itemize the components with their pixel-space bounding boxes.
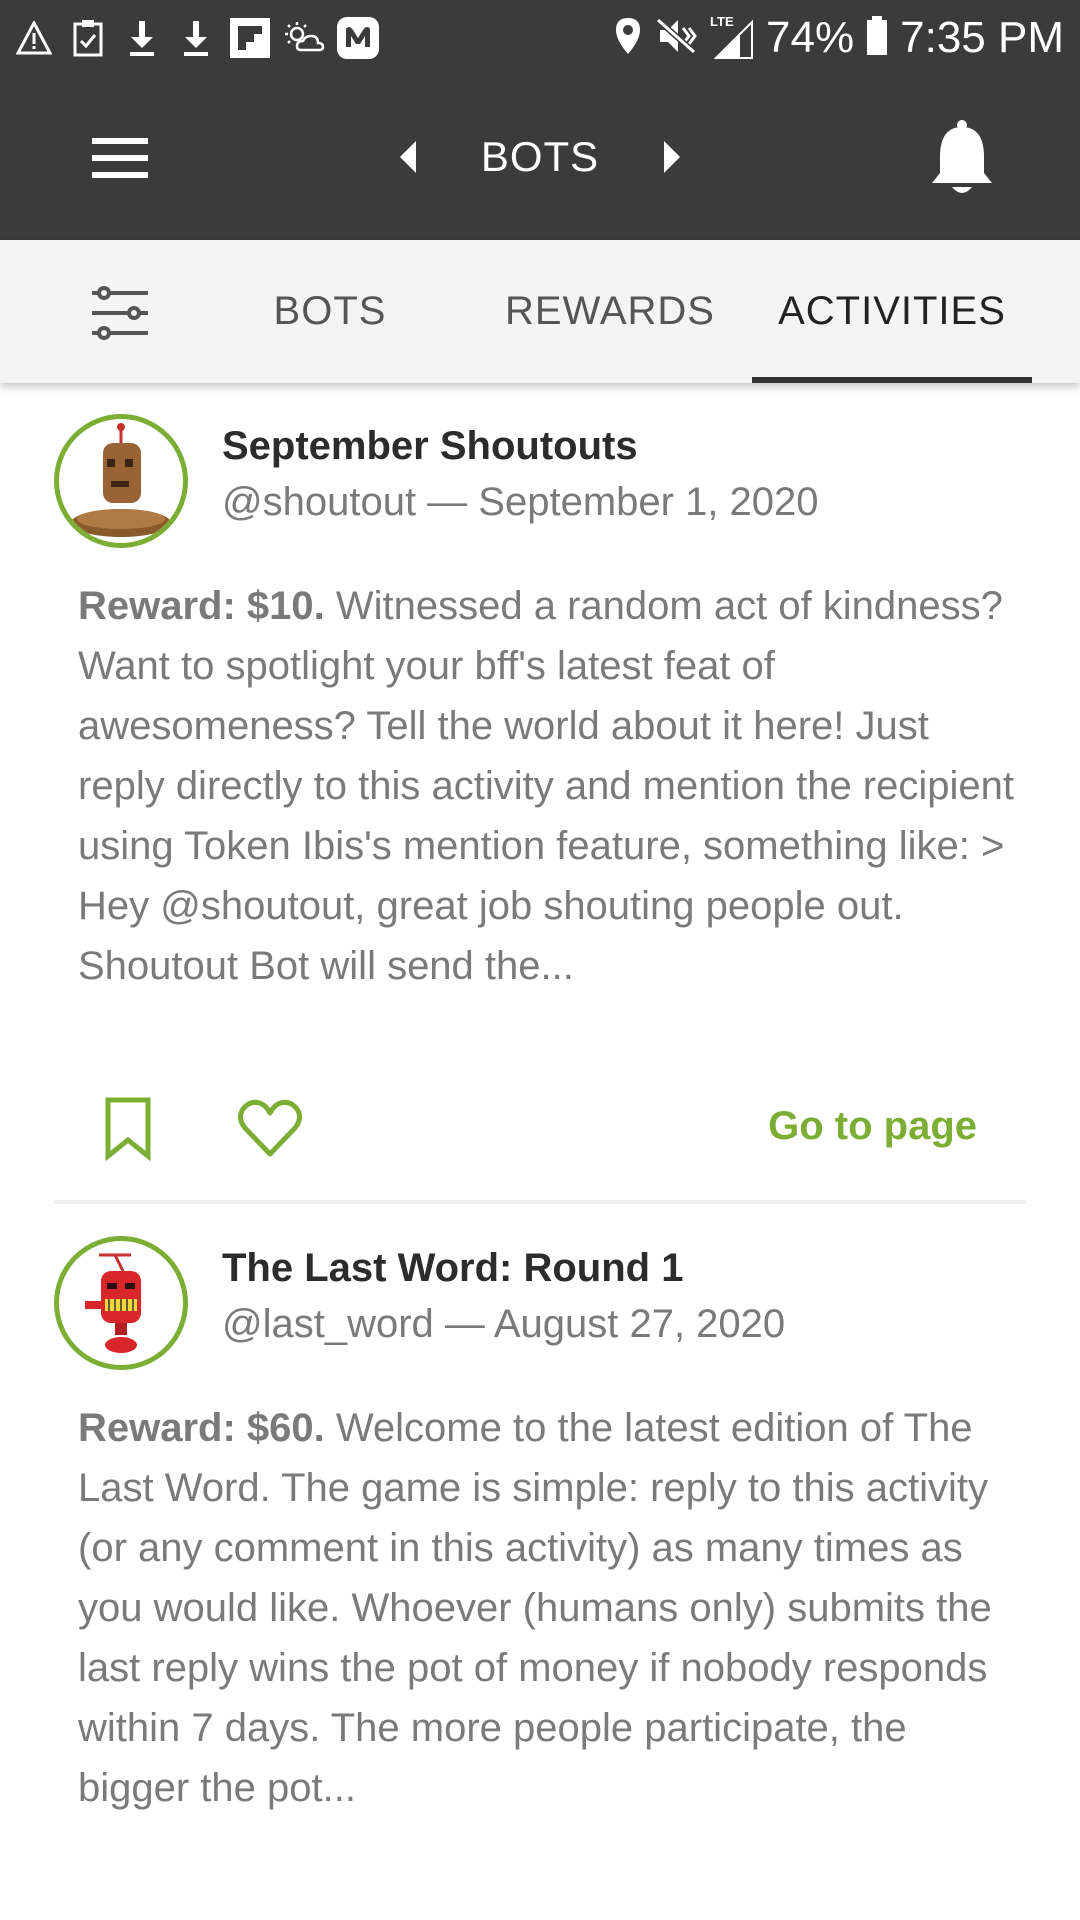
red-robot-avatar[interactable] [54,1236,188,1370]
tab-rewards[interactable]: REWARDS [495,240,725,383]
hamburger-menu-icon[interactable] [82,123,158,193]
status-bar: LTE 74% 7:35 PM [0,0,1080,75]
weather-icon [282,16,326,60]
tab-bots[interactable]: BOTS [245,240,415,383]
download-icon [174,16,218,60]
heart-icon[interactable] [235,1096,305,1162]
activity-card: The Last Word: Round 1 @last_word — Augu… [0,1236,1080,1920]
location-icon [614,16,642,61]
app-bar: BOTS [0,75,1080,240]
messenger-icon [336,16,380,60]
vibrate-icon [654,16,698,61]
battery-percentage: 74% [766,13,855,62]
bookmark-icon[interactable] [98,1096,158,1162]
activity-meta: @last_word — August 27, 2020 [222,1302,786,1346]
download-icon [120,16,164,60]
activity-meta: @shoutout — September 1, 2020 [222,480,819,524]
go-to-page-link[interactable]: Go to page [768,1104,977,1149]
brown-robot-avatar[interactable] [54,414,188,548]
tab-bar: BOTS REWARDS ACTIVITIES [0,240,1080,383]
battery-icon [866,15,888,61]
activity-title[interactable]: September Shoutouts [222,424,638,469]
reward-amount: Reward: $10. [78,584,325,628]
reward-amount: Reward: $60. [78,1406,325,1450]
flipboard-icon [228,16,272,60]
bell-icon[interactable] [922,115,1002,201]
activity-description: Reward: $60. Welcome to the latest editi… [78,1398,1018,1818]
caret-right-icon[interactable] [650,135,690,179]
signal-icon: LTE [710,14,754,60]
notification-icons [12,14,380,62]
sliders-filter-icon[interactable] [80,278,160,348]
warning-icon [12,16,56,60]
tab-activities[interactable]: ACTIVITIES [752,240,1032,383]
system-icons: LTE 74% 7:35 PM [614,8,1064,68]
activity-card: September Shoutouts @shoutout — Septembe… [0,414,1080,1204]
description-text: Witnessed a random act of kindness? Want… [78,584,1014,988]
clipboard-check-icon [66,16,110,60]
activity-title[interactable]: The Last Word: Round 1 [222,1246,683,1291]
page-title: BOTS [480,133,600,180]
card-divider [54,1200,1026,1204]
description-text: Welcome to the latest edition of The Las… [78,1406,992,1810]
section-switcher: BOTS [390,115,690,199]
active-tab-indicator [752,377,1032,383]
activity-description: Reward: $10. Witnessed a random act of k… [78,576,1018,996]
clock: 7:35 PM [900,13,1064,62]
caret-left-icon[interactable] [390,135,430,179]
